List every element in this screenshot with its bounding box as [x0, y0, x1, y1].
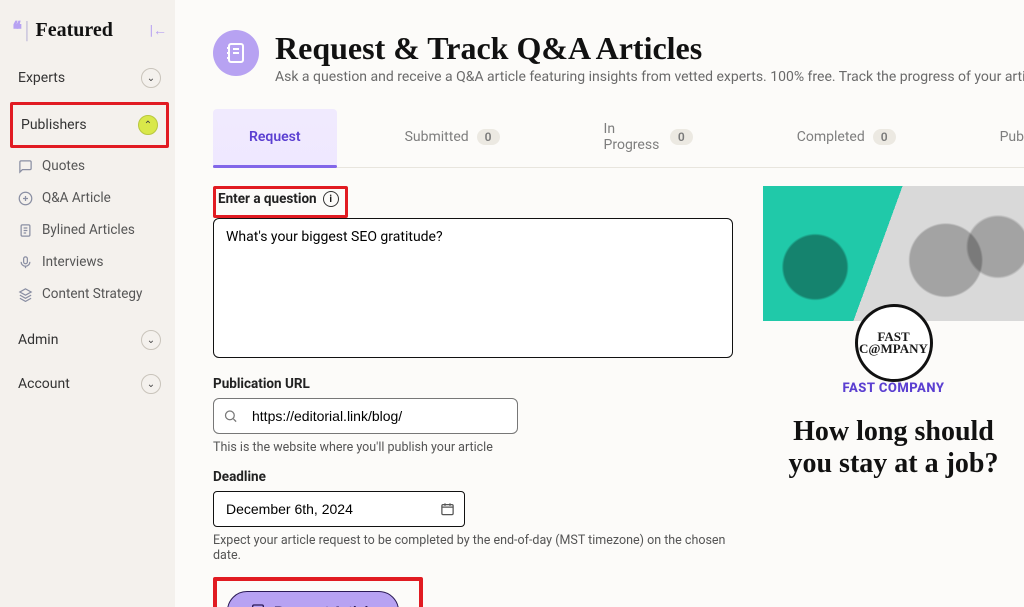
- microphone-icon: [18, 255, 34, 270]
- page-title: Request & Track Q&A Articles: [275, 30, 1024, 67]
- promo-title[interactable]: How long should you stay at a job?: [763, 416, 1024, 480]
- logo[interactable]: ❛❛ | Featured |←: [10, 12, 169, 54]
- logo-separator: |: [24, 16, 29, 44]
- sidebar-item-label: Bylined Articles: [42, 222, 135, 238]
- article-icon: [250, 603, 266, 607]
- sidebar-section-experts[interactable]: Experts ⌄: [10, 58, 169, 98]
- tab-label: Submitted: [405, 129, 469, 145]
- sidebar-section-publishers[interactable]: Publishers ⌃: [13, 105, 166, 145]
- deadline-label: Deadline: [213, 469, 266, 485]
- url-label: Publication URL: [213, 376, 310, 392]
- highlight-question-label: Enter a question i: [213, 186, 348, 218]
- sidebar-section-admin[interactable]: Admin ⌄: [10, 320, 169, 360]
- tabs: Request Submitted 0 In Progress 0 Comple…: [213, 109, 1024, 168]
- document-icon: [18, 223, 34, 238]
- tab-label: Request: [249, 129, 301, 145]
- tab-label: Pub: [1000, 129, 1024, 145]
- sidebar-item-quotes[interactable]: Quotes: [10, 152, 169, 180]
- tab-label: In Progress: [604, 121, 662, 153]
- url-helper: This is the website where you'll publish…: [213, 440, 733, 455]
- tab-completed[interactable]: Completed 0: [761, 109, 932, 167]
- tab-request[interactable]: Request: [213, 109, 337, 167]
- layers-icon: [18, 287, 34, 302]
- tab-submitted[interactable]: Submitted 0: [369, 109, 536, 167]
- chevron-down-icon: ⌄: [141, 68, 161, 88]
- tab-count: 0: [477, 129, 500, 145]
- request-form: Enter a question i Publication URL This …: [213, 186, 733, 607]
- tab-count: 0: [670, 129, 693, 145]
- plus-circle-icon: [18, 191, 34, 206]
- sidebar-section-account[interactable]: Account ⌄: [10, 364, 169, 404]
- brand-name: Featured: [36, 19, 113, 42]
- promo-brand: FAST COMPANY: [763, 381, 1024, 396]
- info-icon[interactable]: i: [323, 191, 339, 207]
- sidebar-item-label: Quotes: [42, 158, 85, 174]
- url-input[interactable]: [213, 398, 518, 434]
- chevron-down-icon: ⌄: [141, 374, 161, 394]
- main: Request & Track Q&A Articles Ask a quest…: [175, 0, 1024, 607]
- sidebar-item-qa-article[interactable]: Q&A Article: [10, 184, 169, 212]
- tab-label: Completed: [797, 129, 865, 145]
- chevron-down-icon: ⌄: [141, 330, 161, 350]
- sidebar-item-label: Q&A Article: [42, 190, 111, 206]
- sidebar-item-bylined[interactable]: Bylined Articles: [10, 216, 169, 244]
- page-subtitle: Ask a question and receive a Q&A article…: [275, 69, 1024, 85]
- sidebar-item-content-strategy[interactable]: Content Strategy: [10, 280, 169, 308]
- button-label: Request Article: [274, 603, 376, 607]
- highlight-submit: Request Article: [213, 577, 423, 607]
- sidebar-item-interviews[interactable]: Interviews: [10, 248, 169, 276]
- deadline-helper: Expect your article request to be comple…: [213, 533, 733, 563]
- logo-glyph: ❛❛: [12, 18, 18, 43]
- sidebar-collapse-icon[interactable]: |←: [150, 22, 167, 39]
- sidebar-section-label: Admin: [18, 332, 58, 348]
- sidebar-section-label: Account: [18, 376, 70, 392]
- tab-in-progress[interactable]: In Progress 0: [568, 109, 729, 167]
- search-icon: [223, 409, 238, 424]
- chat-icon: [18, 159, 34, 174]
- sidebar-item-label: Content Strategy: [42, 286, 142, 302]
- request-article-button[interactable]: Request Article: [227, 591, 399, 607]
- tab-count: 0: [873, 129, 896, 145]
- calendar-icon[interactable]: [440, 502, 455, 517]
- promo-panel: FASTC@MPANY FAST COMPANY How long should…: [763, 186, 1024, 607]
- sidebar-section-label: Experts: [18, 70, 65, 86]
- chevron-up-icon: ⌃: [138, 115, 158, 135]
- question-input[interactable]: [213, 218, 733, 358]
- sidebar-section-label: Publishers: [21, 117, 87, 133]
- highlight-publishers: Publishers ⌃: [10, 102, 169, 148]
- notebook-icon: [213, 30, 259, 76]
- promo-image: [763, 186, 1024, 321]
- sidebar: ❛❛ | Featured |← Experts ⌄ Publishers ⌃ …: [0, 0, 175, 607]
- page-header: Request & Track Q&A Articles Ask a quest…: [213, 30, 1024, 85]
- promo-badge: FASTC@MPANY: [855, 304, 933, 382]
- deadline-input[interactable]: [213, 491, 465, 527]
- question-label: Enter a question: [218, 191, 317, 207]
- sidebar-item-label: Interviews: [42, 254, 104, 270]
- tab-published[interactable]: Pub: [964, 109, 1024, 167]
